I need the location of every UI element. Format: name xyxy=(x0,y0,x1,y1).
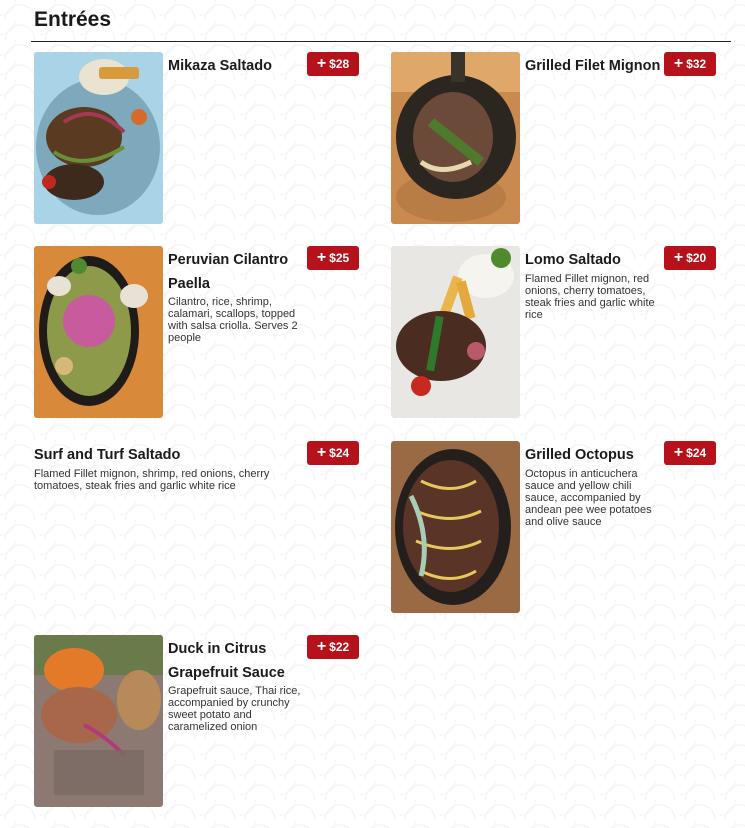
plus-icon: + xyxy=(316,444,327,461)
item-price: $20 xyxy=(686,251,707,265)
dish-photo[interactable] xyxy=(34,246,163,418)
plus-icon: + xyxy=(673,444,684,461)
item-name: Duck in Citrus Grapefruit Sauce xyxy=(168,641,285,681)
item-price: $22 xyxy=(329,640,350,654)
item-description: Cilantro, rice, shrimp, calamari, scallo… xyxy=(168,296,298,344)
dish-photo[interactable] xyxy=(391,441,520,613)
plus-icon: + xyxy=(673,55,684,72)
section-title: Entrées xyxy=(34,8,112,31)
dish-photo[interactable] xyxy=(34,635,163,807)
add-to-order-button[interactable]: + $32 xyxy=(664,52,716,76)
item-name: Lomo Saltado xyxy=(525,252,621,268)
item-name: Surf and Turf Saltado xyxy=(34,447,181,463)
plus-icon: + xyxy=(316,55,327,72)
item-name: Peruvian Cilantro Paella xyxy=(168,252,289,292)
menu-item-surf-and-turf-saltado[interactable]: Surf and Turf Saltado + $24 Flamed Fille… xyxy=(34,441,364,621)
menu-item-grilled-filet-mignon[interactable]: Grilled Filet Mignon + $32 xyxy=(391,52,721,232)
menu-item-mikaza-saltado[interactable]: Mikaza Saltado + $28 xyxy=(34,52,364,232)
add-to-order-button[interactable]: + $25 xyxy=(307,246,359,270)
plus-icon: + xyxy=(316,249,327,266)
item-description: Octopus in anticuchera sauce and yellow … xyxy=(525,468,652,528)
item-name: Mikaza Saltado xyxy=(168,58,272,74)
menu-item-lomo-saltado[interactable]: Lomo Saltado + $20 Flamed Fillet mignon,… xyxy=(391,246,721,426)
item-price: $28 xyxy=(329,57,350,71)
section-divider xyxy=(31,41,731,42)
dish-photo[interactable] xyxy=(391,52,520,224)
menu-item-duck-in-citrus-grapefruit-sauce[interactable]: Duck in Citrus Grapefruit Sauce + $22 Gr… xyxy=(34,635,364,815)
item-price: $32 xyxy=(686,57,707,71)
item-name: Grilled Octopus xyxy=(525,447,634,463)
item-price: $24 xyxy=(686,446,707,460)
item-description: Grapefruit sauce, Thai rice, accompanied… xyxy=(168,685,301,733)
add-to-order-button[interactable]: + $24 xyxy=(307,441,359,465)
menu-item-grilled-octopus[interactable]: Grilled Octopus + $24 Octopus in anticuc… xyxy=(391,441,721,621)
add-to-order-button[interactable]: + $28 xyxy=(307,52,359,76)
dish-photo[interactable] xyxy=(34,52,163,224)
item-description: Flamed Fillet mignon, shrimp, red onions… xyxy=(34,468,270,492)
item-price: $24 xyxy=(329,446,350,460)
plus-icon: + xyxy=(316,638,327,655)
item-price: $25 xyxy=(329,251,350,265)
add-to-order-button[interactable]: + $24 xyxy=(664,441,716,465)
plus-icon: + xyxy=(673,249,684,266)
dish-photo[interactable] xyxy=(391,246,520,418)
menu-item-peruvian-cilantro-paella[interactable]: Peruvian Cilantro Paella + $25 Cilantro,… xyxy=(34,246,364,426)
add-to-order-button[interactable]: + $22 xyxy=(307,635,359,659)
item-description: Flamed Fillet mignon, red onions, cherry… xyxy=(525,273,655,321)
add-to-order-button[interactable]: + $20 xyxy=(664,246,716,270)
